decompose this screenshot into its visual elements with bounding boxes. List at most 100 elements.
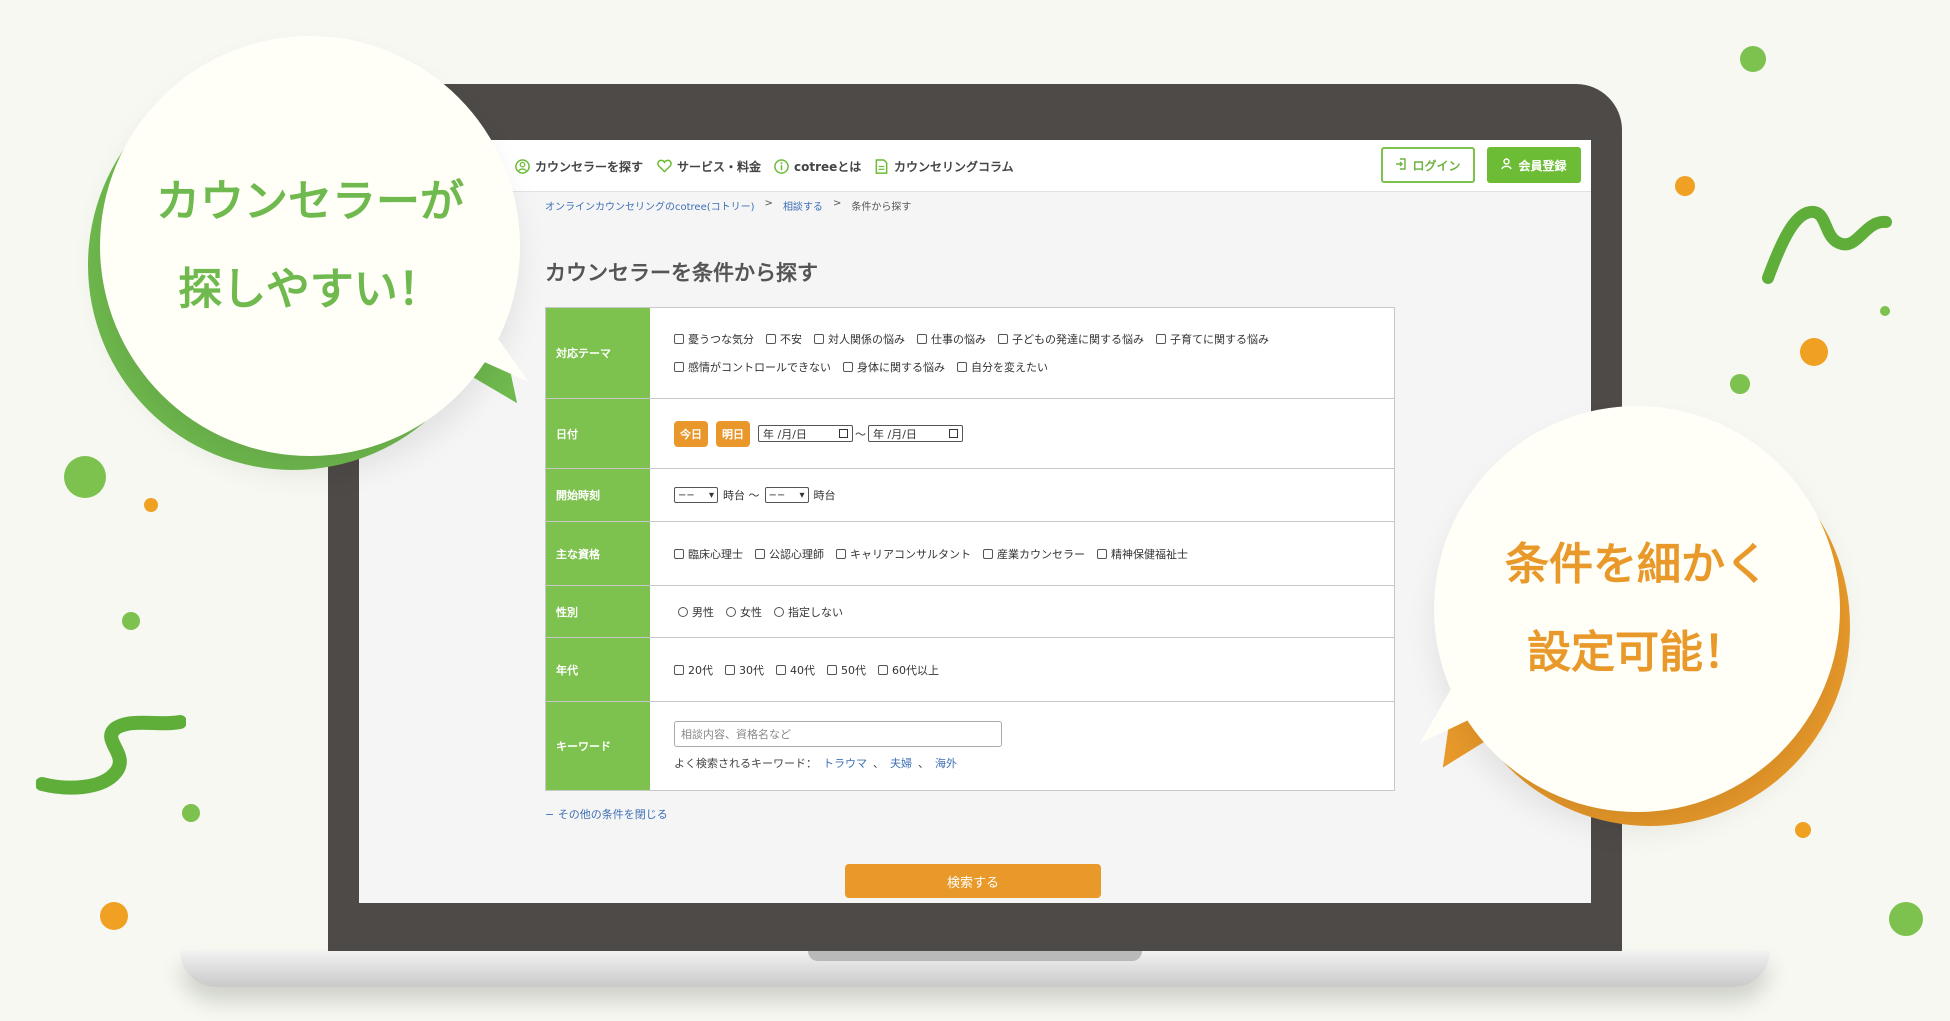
nav-service-label: サービス・料金 (677, 159, 762, 174)
bubble-right-line1: 条件を細かく (1505, 539, 1769, 590)
nav-column[interactable]: カウンセリングコラム (873, 155, 1014, 177)
age-checkbox[interactable]: 50代 (827, 662, 866, 678)
qualification-checkbox[interactable]: 産業カウンセラー (983, 546, 1085, 562)
confetti-dot (1730, 374, 1750, 394)
confetti-dot (1880, 306, 1890, 316)
nav-service[interactable]: サービス・料金 (656, 155, 761, 177)
login-label: ログイン (1412, 158, 1461, 173)
today-button[interactable]: 今日 (674, 420, 708, 447)
confetti-dot (1889, 902, 1923, 936)
keyword-separator: 、 (873, 757, 884, 770)
search-form-table: 対応テーマ 憂うつな気分 不安 対人関係の悩み 仕事の悩み 子どもの発達に関する… (545, 307, 1395, 791)
ribbon-decoration (36, 715, 186, 795)
start-hour-from-suffix: 時台 〜 (723, 489, 760, 502)
login-icon (1395, 157, 1407, 173)
date-to-input[interactable]: 年 /月/日 (868, 425, 963, 442)
nav-find-label: カウンセラーを探す (535, 159, 644, 174)
confetti-dot (1795, 822, 1811, 838)
user-icon (1501, 157, 1513, 173)
qualification-label: 主な資格 (546, 522, 650, 585)
keyword-suggestion-link[interactable]: トラウマ (823, 755, 867, 771)
theme-checkbox[interactable]: 子どもの発達に関する悩み (998, 331, 1144, 347)
qualification-checkbox[interactable]: 公認心理師 (755, 546, 824, 562)
keyword-hint-prefix: よく検索されるキーワード： (674, 757, 817, 770)
close-other-conditions-link[interactable]: − その他の条件を閉じる (545, 806, 668, 822)
age-checkbox[interactable]: 20代 (674, 662, 713, 678)
calendar-icon (949, 429, 958, 438)
date-from-input[interactable]: 年 /月/日 (758, 425, 853, 442)
chevron-down-icon: ▾ (799, 489, 805, 501)
theme-checkbox[interactable]: 自分を変えたい (957, 359, 1048, 375)
search-button[interactable]: 検索する (845, 864, 1101, 898)
breadcrumb-home[interactable]: オンラインカウンセリングのcotree(コトリー) (545, 198, 755, 213)
keyword-input[interactable]: 相談内容、資格名など (674, 721, 1002, 747)
gender-label: 性別 (546, 586, 650, 637)
theme-checkbox[interactable]: 身体に関する悩み (843, 359, 945, 375)
confetti-dot (144, 498, 158, 512)
start-time-row: 開始時刻 −− ▾ 時台 〜 −− ▾ 時台 (546, 469, 1394, 522)
date-tilde: 〜 (855, 427, 866, 441)
start-time-label: 開始時刻 (546, 469, 650, 521)
theme-checkbox[interactable]: 対人関係の悩み (814, 331, 905, 347)
keyword-label: キーワード (546, 702, 650, 790)
confetti-dot (64, 456, 106, 498)
start-hour-from-select[interactable]: −− ▾ (674, 487, 718, 503)
age-checkbox[interactable]: 60代以上 (878, 662, 939, 678)
confetti-dot (182, 804, 200, 822)
start-hour-to-select[interactable]: −− ▾ (764, 487, 809, 503)
bubble-right: 条件を細かく 設定可能！ (1434, 406, 1840, 812)
theme-checkbox[interactable]: 仕事の悩み (917, 331, 986, 347)
date-label: 日付 (546, 399, 650, 468)
breadcrumb-consult[interactable]: 相談する (783, 198, 823, 213)
keyword-suggestion-link[interactable]: 夫婦 (890, 755, 912, 771)
bubble-right-line2: 設定可能！ (1527, 627, 1747, 678)
breadcrumb: オンラインカウンセリングのcotree(コトリー) > 相談する > 条件から探… (545, 198, 911, 213)
nav-find-counselor[interactable]: カウンセラーを探す (514, 155, 643, 177)
chevron-down-icon: ▾ (708, 489, 714, 501)
age-label: 年代 (546, 638, 650, 701)
age-checkbox[interactable]: 30代 (725, 662, 764, 678)
theme-checkbox[interactable]: 子育てに関する悩み (1156, 331, 1269, 347)
breadcrumb-separator: > (832, 198, 842, 209)
confetti-dot (100, 902, 128, 930)
theme-checkbox[interactable]: 憂うつな気分 (674, 331, 754, 347)
tomorrow-button[interactable]: 明日 (716, 420, 750, 447)
start-hour-to-suffix: 時台 (813, 489, 836, 502)
gender-radio[interactable]: 指定しない (774, 604, 843, 620)
qualification-checkbox[interactable]: キャリアコンサルタント (836, 546, 971, 562)
login-button[interactable]: ログイン (1381, 147, 1475, 183)
breadcrumb-separator: > (764, 198, 773, 209)
calendar-icon (839, 429, 848, 438)
bubble-left-line2: 探しやすい！ (178, 264, 442, 315)
nav-column-label: カウンセリングコラム (894, 159, 1014, 174)
laptop-notch (808, 951, 1142, 961)
confetti-dot (1800, 338, 1828, 366)
theme-row: 対応テーマ 憂うつな気分 不安 対人関係の悩み 仕事の悩み 子どもの発達に関する… (546, 308, 1394, 399)
site-header: カウンセラーを探す サービス・料金 cotreeとは カウンセリングコラム ログ… (359, 140, 1591, 192)
confetti-dot (1740, 46, 1766, 72)
keyword-separator: 、 (918, 757, 929, 770)
nav-about-label: cotreeとは (794, 159, 862, 174)
age-row: 年代 20代 30代 40代 50代 60代以上 (546, 638, 1394, 702)
qualification-checkbox[interactable]: 精神保健福祉士 (1097, 546, 1188, 562)
register-label: 会員登録 (1518, 158, 1567, 173)
bubble-left-line1: カウンセラーが (156, 176, 464, 227)
date-row: 日付 今日 明日 年 /月/日 〜 年 /月/日 (546, 399, 1394, 469)
document-icon (873, 158, 889, 174)
confetti-dot (122, 612, 140, 630)
gender-radio[interactable]: 男性 (678, 604, 714, 620)
theme-checkbox[interactable]: 不安 (766, 331, 802, 347)
age-checkbox[interactable]: 40代 (776, 662, 815, 678)
keyword-suggestions: よく検索されるキーワード： トラウマ 、 夫婦 、 海外 (674, 755, 1394, 771)
theme-label: 対応テーマ (546, 308, 650, 398)
qualification-checkbox[interactable]: 臨床心理士 (674, 546, 743, 562)
theme-checkbox[interactable]: 感情がコントロールできない (674, 359, 831, 375)
breadcrumb-current: 条件から探す (851, 202, 912, 213)
register-button[interactable]: 会員登録 (1487, 147, 1581, 183)
keyword-row: キーワード 相談内容、資格名など よく検索されるキーワード： トラウマ 、 夫婦… (546, 702, 1394, 790)
nav-about[interactable]: cotreeとは (773, 155, 861, 177)
gender-radio[interactable]: 女性 (726, 604, 762, 620)
keyword-suggestion-link[interactable]: 海外 (935, 755, 957, 771)
gender-row: 性別 男性 女性 指定しない (546, 586, 1394, 638)
heart-icon (656, 158, 672, 174)
